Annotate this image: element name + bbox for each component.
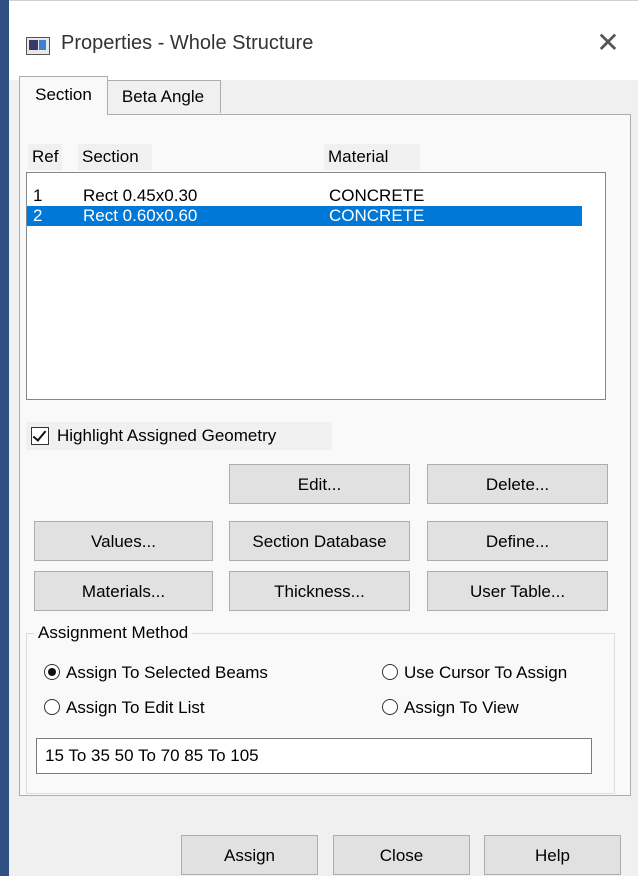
material-cell: CONCRETE — [329, 206, 425, 225]
list-item[interactable]: 1 Rect 0.45x0.30 CONCRETE — [27, 186, 582, 206]
background-window-edge — [0, 0, 9, 876]
window-title: Properties - Whole Structure — [61, 32, 314, 54]
radio-label: Assign To Edit List — [66, 698, 205, 717]
edit-button[interactable]: Edit... — [229, 464, 410, 504]
column-header-ref[interactable]: Ref — [28, 144, 63, 170]
user-table-button[interactable]: User Table... — [427, 571, 608, 611]
ref-cell: 2 — [33, 206, 43, 225]
tab-strip: Section Beta Angle — [19, 76, 629, 116]
assign-button[interactable]: Assign — [181, 835, 318, 875]
section-cell: Rect 0.45x0.30 — [83, 186, 198, 205]
checkbox-label: Highlight Assigned Geometry — [57, 426, 277, 445]
radio-label: Use Cursor To Assign — [404, 663, 568, 682]
assignment-method-title: Assignment Method — [34, 624, 193, 642]
edit-list-input[interactable]: 15 To 35 50 To 70 85 To 105 — [36, 738, 592, 774]
radio-selected-icon[interactable] — [44, 664, 60, 680]
thickness-button[interactable]: Thickness... — [229, 571, 410, 611]
close-icon[interactable]: ✕ — [593, 28, 623, 58]
radio-unselected-icon[interactable] — [382, 664, 398, 680]
section-database-button[interactable]: Section Database — [229, 521, 410, 561]
tab-beta-angle[interactable]: Beta Angle — [105, 80, 221, 113]
section-cell: Rect 0.60x0.60 — [83, 206, 198, 225]
title-bar[interactable]: Properties - Whole Structure ✕ — [9, 10, 638, 80]
delete-button[interactable]: Delete... — [427, 464, 608, 504]
column-header-material[interactable]: Material — [324, 144, 420, 170]
help-button[interactable]: Help — [484, 835, 621, 875]
define-button[interactable]: Define... — [427, 521, 608, 561]
radio-unselected-icon[interactable] — [44, 699, 60, 715]
highlight-assigned-geometry-checkbox[interactable]: Highlight Assigned Geometry — [26, 422, 332, 450]
ref-cell: 1 — [33, 186, 43, 205]
radio-unselected-icon[interactable] — [382, 699, 398, 715]
close-button[interactable]: Close — [333, 835, 470, 875]
section-list[interactable]: 1 Rect 0.45x0.30 CONCRETE 2 Rect 0.60x0.… — [26, 172, 606, 400]
tab-section[interactable]: Section — [19, 76, 108, 115]
list-item-selected[interactable]: 2 Rect 0.60x0.60 CONCRETE — [27, 206, 582, 226]
checkbox-checked-icon[interactable] — [31, 427, 49, 445]
material-cell: CONCRETE — [329, 186, 425, 205]
radio-label: Assign To View — [404, 698, 519, 717]
column-header-section[interactable]: Section — [78, 144, 152, 170]
values-button[interactable]: Values... — [34, 521, 213, 561]
radio-label: Assign To Selected Beams — [66, 663, 268, 682]
app-icon — [26, 37, 50, 55]
materials-button[interactable]: Materials... — [34, 571, 213, 611]
